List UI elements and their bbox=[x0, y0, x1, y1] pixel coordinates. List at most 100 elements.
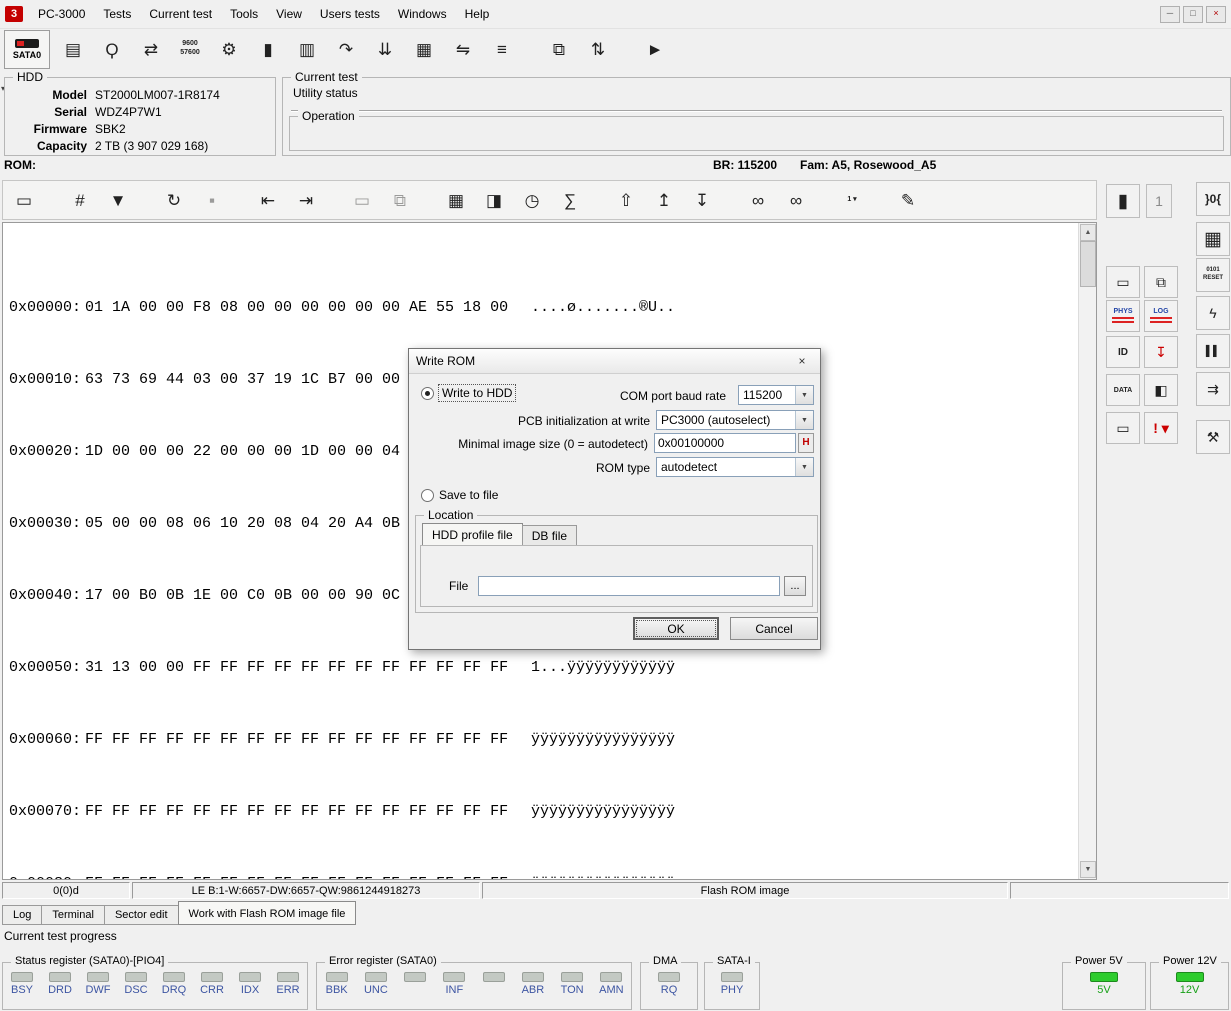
save-resources-icon[interactable]: ▭ bbox=[1106, 266, 1140, 298]
reset-icon[interactable]: 0101 RESET bbox=[1196, 258, 1230, 292]
filter-icon[interactable]: ▼ bbox=[103, 185, 133, 215]
pc-link-icon[interactable]: ⇄ bbox=[136, 34, 166, 64]
chevron-down-icon[interactable]: ▼ bbox=[795, 386, 813, 404]
save-to-file-radio[interactable]: Save to file bbox=[421, 488, 498, 502]
bottom-tab[interactable]: Sector edit bbox=[104, 905, 179, 925]
status-led-row: BSYDRDDWFDSCDRQCRRIDXERR bbox=[3, 963, 307, 997]
task-icon[interactable]: ↷ bbox=[331, 34, 361, 64]
paste-icon[interactable]: ▭ bbox=[347, 185, 377, 215]
write-to-hdd-label: Write to HDD bbox=[439, 385, 515, 401]
search-icon[interactable]: Ϙ bbox=[97, 34, 127, 64]
rom-type-select[interactable]: autodetect ▼ bbox=[656, 457, 814, 477]
file-path-input[interactable] bbox=[478, 576, 780, 596]
chip-icon[interactable]: ▮ bbox=[253, 34, 283, 64]
script-icon[interactable]: ≡ bbox=[487, 34, 517, 64]
menu-item[interactable]: Help bbox=[456, 3, 499, 25]
utility-status-icon[interactable]: ▤ bbox=[58, 34, 88, 64]
read-chip-icon[interactable]: ⇤ bbox=[253, 185, 283, 215]
port-config-icon[interactable]: ⚙ bbox=[214, 34, 244, 64]
hex-row[interactable]: 0x00080: FF FF FF FF FF FF FF FF FF FF F… bbox=[9, 875, 1078, 880]
cancel-button[interactable]: Cancel bbox=[730, 617, 818, 640]
menu-item[interactable]: Tools bbox=[221, 3, 267, 25]
export-icon[interactable]: ⇧ bbox=[611, 185, 641, 215]
menu-item[interactable]: Windows bbox=[389, 3, 456, 25]
copy-page-icon[interactable]: ⧉ bbox=[385, 185, 415, 215]
hex-scrollbar[interactable]: ▲ ▼ bbox=[1078, 223, 1096, 879]
dialog-title-bar[interactable]: Write ROM × bbox=[409, 349, 820, 374]
chip-outline-icon[interactable]: ▦ bbox=[1196, 222, 1230, 256]
location-tab[interactable]: DB file bbox=[522, 525, 577, 546]
alerts-dropdown-button[interactable]: ! ▾ bbox=[1144, 412, 1178, 444]
chevron-down-icon[interactable]: ▼ bbox=[795, 411, 813, 429]
bottom-tab[interactable]: Terminal bbox=[41, 905, 105, 925]
browse-button[interactable]: ... bbox=[784, 576, 806, 596]
register-led: DSC bbox=[121, 972, 151, 997]
bottom-tab[interactable]: Work with Flash ROM image file bbox=[178, 901, 357, 925]
pcb-init-select[interactable]: PC3000 (autoselect) ▼ bbox=[656, 410, 814, 430]
copy-icon[interactable]: ⧉ bbox=[544, 34, 574, 64]
dialog-close-icon[interactable]: × bbox=[791, 352, 813, 370]
baud-rate-select[interactable]: 115200 ▼ bbox=[738, 385, 814, 405]
save-file-icon[interactable]: ↧ bbox=[687, 185, 717, 215]
min-image-size-input[interactable] bbox=[654, 433, 796, 453]
log-heads-button[interactable]: LOG bbox=[1144, 300, 1178, 332]
export-resources-icon[interactable]: ▭ bbox=[1106, 412, 1140, 444]
scroll-down-button[interactable]: ▼ bbox=[1080, 861, 1096, 878]
edit-notes-icon[interactable]: ✎ bbox=[893, 185, 923, 215]
new-rom-icon[interactable]: ▭ bbox=[9, 185, 39, 215]
ok-button[interactable]: OK bbox=[633, 617, 719, 640]
hex-row[interactable]: 0x00060: FF FF FF FF FF FF FF FF FF FF F… bbox=[9, 731, 1078, 749]
counter-icon[interactable]: 1 ▾ bbox=[837, 185, 867, 215]
location-tab[interactable]: HDD profile file bbox=[422, 523, 523, 546]
chip-select-button[interactable]: ▮ bbox=[1106, 184, 1140, 218]
calc-icon[interactable]: ▦ bbox=[441, 185, 471, 215]
stop-icon[interactable]: ▪ bbox=[197, 185, 227, 215]
hex-row[interactable]: 0x00070: FF FF FF FF FF FF FF FF FF FF F… bbox=[9, 803, 1078, 821]
clock-icon[interactable]: ◷ bbox=[517, 185, 547, 215]
merge-icon[interactable]: ⇊ bbox=[370, 34, 400, 64]
menu-item[interactable]: PC-3000 bbox=[29, 3, 94, 25]
import-icon[interactable]: ↧ bbox=[1144, 336, 1178, 368]
compare-pages-icon[interactable]: ◨ bbox=[479, 185, 509, 215]
run-icon[interactable]: ► bbox=[640, 34, 670, 64]
menu-item[interactable]: Current test bbox=[140, 3, 221, 25]
hex-row[interactable]: 0x00000: 01 1A 00 00 F8 08 00 00 00 00 0… bbox=[9, 299, 1078, 317]
close-button[interactable]: × bbox=[1206, 6, 1226, 23]
scrollbar-thumb[interactable] bbox=[1080, 241, 1096, 287]
write-chip-icon[interactable]: ⇥ bbox=[291, 185, 321, 215]
solder-icon[interactable]: ϟ bbox=[1196, 296, 1230, 330]
sata0-port-button[interactable]: SATA0 bbox=[4, 30, 50, 69]
hdd-info-row: Firmware SBK2 bbox=[9, 120, 271, 137]
terminal-icon[interactable]: ◧ bbox=[1144, 374, 1178, 406]
baud-rate-icon[interactable]: 9600 57600 bbox=[175, 34, 205, 64]
load-file-icon[interactable]: ↥ bbox=[649, 185, 679, 215]
bottom-tab[interactable]: Log bbox=[2, 905, 42, 925]
sort-icon[interactable]: ⇅ bbox=[583, 34, 613, 64]
phys-heads-button[interactable]: PHYS bbox=[1106, 300, 1140, 332]
table-icon[interactable]: ▦ bbox=[409, 34, 439, 64]
data-area-button[interactable]: DATA bbox=[1106, 374, 1140, 406]
resources-icon[interactable]: ▥ bbox=[292, 34, 322, 64]
checksum-icon[interactable]: ∑ bbox=[555, 185, 585, 215]
hex-dec-toggle-button[interactable]: H bbox=[798, 433, 814, 453]
menu-item[interactable]: View bbox=[267, 3, 311, 25]
menu-item[interactable]: Tests bbox=[94, 3, 140, 25]
write-to-hdd-radio[interactable]: Write to HDD bbox=[421, 385, 515, 401]
menu-item[interactable]: Users tests bbox=[311, 3, 389, 25]
compare-icon[interactable]: ⇋ bbox=[448, 34, 478, 64]
drive-id-button[interactable]: ID bbox=[1106, 336, 1140, 368]
hex-row[interactable]: 0x00050: 31 13 00 00 FF FF FF FF FF FF F… bbox=[9, 659, 1078, 677]
toolkit-icon[interactable]: ⚒ bbox=[1196, 420, 1230, 454]
maximize-button[interactable]: □ bbox=[1183, 6, 1203, 23]
minimize-button[interactable]: ─ bbox=[1160, 6, 1180, 23]
load-resources-icon[interactable]: ⧉ bbox=[1144, 266, 1178, 298]
write-rom-icon[interactable]: ↻ bbox=[159, 185, 189, 215]
pause-icon[interactable]: ▌▌ bbox=[1196, 334, 1230, 368]
edit-id-icon[interactable]: # bbox=[65, 185, 95, 215]
merge-streams-icon[interactable]: ⇉ bbox=[1196, 372, 1230, 406]
find-next-icon[interactable]: ∞ bbox=[781, 185, 811, 215]
scroll-up-button[interactable]: ▲ bbox=[1080, 224, 1096, 241]
power-graph-icon[interactable]: }0{ bbox=[1196, 182, 1230, 216]
find-icon[interactable]: ∞ bbox=[743, 185, 773, 215]
chevron-down-icon[interactable]: ▼ bbox=[795, 458, 813, 476]
